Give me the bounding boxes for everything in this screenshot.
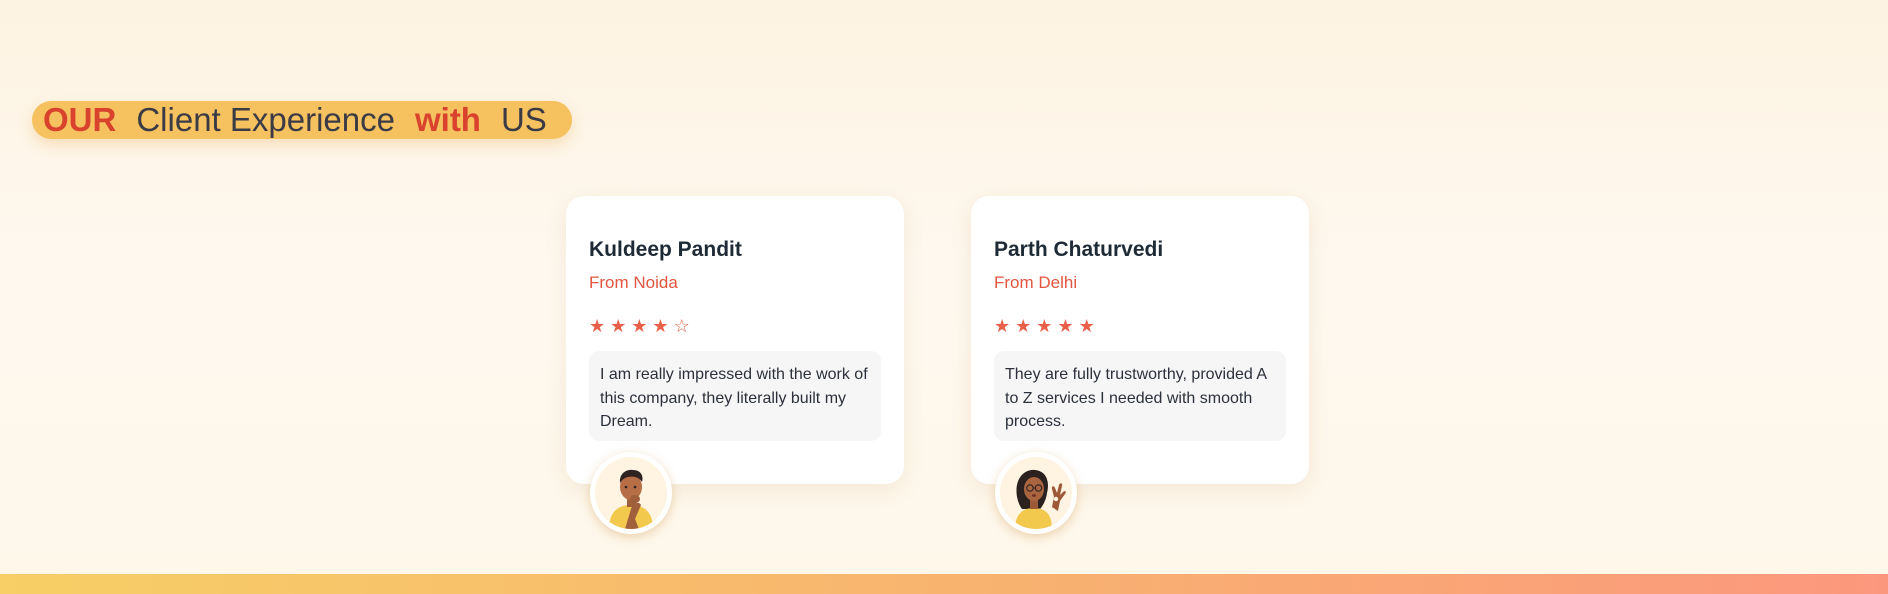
section-heading: OUR Client Experience with US	[32, 101, 572, 139]
client-name: Parth Chaturvedi	[994, 238, 1164, 261]
testimonial-quote: I am really impressed with the work of t…	[589, 351, 881, 441]
woman-ok-gesture-avatar	[995, 452, 1077, 534]
client-name: Kuldeep Pandit	[589, 238, 742, 261]
man-thinking-avatar	[590, 452, 672, 534]
star-rating: ★ ★ ★ ★ ☆	[589, 317, 690, 335]
heading-word-us: US	[500, 101, 547, 138]
star-rating: ★ ★ ★ ★ ★	[994, 317, 1095, 335]
heading-word-with: with	[414, 101, 481, 138]
star-icon: ★	[1036, 316, 1053, 336]
star-icon: ★	[652, 316, 669, 336]
heading-word-our: OUR	[43, 101, 117, 138]
client-location: From Delhi	[994, 273, 1078, 292]
star-icon: ★	[1015, 316, 1032, 336]
star-outline-icon: ☆	[673, 316, 690, 336]
footer-gradient-bar	[0, 574, 1888, 594]
star-icon: ★	[589, 316, 606, 336]
testimonial-card: Kuldeep Pandit From Noida ★ ★ ★ ★ ☆ I am…	[566, 196, 904, 534]
heading-word-client-experience: Client Experience	[136, 101, 395, 138]
star-icon: ★	[631, 316, 648, 336]
star-icon: ★	[610, 316, 627, 336]
client-location: From Noida	[589, 273, 678, 292]
star-icon: ★	[1057, 316, 1074, 336]
testimonial-quote: They are fully trustworthy, provided A t…	[994, 351, 1286, 441]
star-icon: ★	[1078, 316, 1095, 336]
star-icon: ★	[994, 316, 1011, 336]
testimonial-card: Parth Chaturvedi From Delhi ★ ★ ★ ★ ★ Th…	[971, 196, 1309, 534]
